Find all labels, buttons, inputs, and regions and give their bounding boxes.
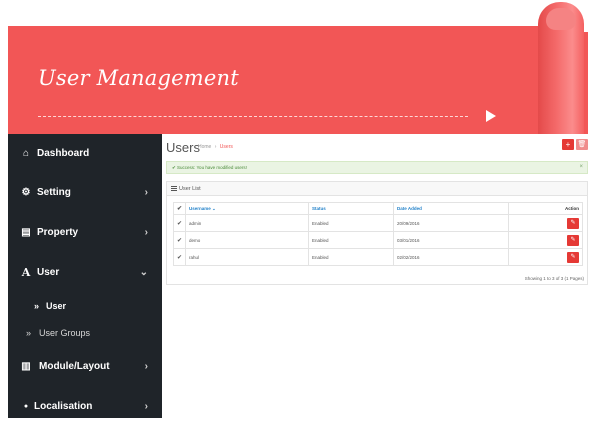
- cell-date: 03/01/2016: [393, 231, 510, 249]
- sidebar: ⌂ Dashboard ⚙ Setting › ▤ Property › A U…: [8, 134, 162, 418]
- cell-status: Enabled: [308, 248, 395, 266]
- check-icon: ✔: [177, 254, 183, 261]
- cell-status: Enabled: [308, 231, 395, 249]
- cell-username: admin: [185, 214, 310, 232]
- font-icon: A: [21, 265, 31, 279]
- chart-icon: ▥: [21, 360, 31, 372]
- sidebar-item-property[interactable]: ▤ Property ›: [8, 220, 162, 244]
- row-checkbox[interactable]: ✔: [172, 231, 187, 249]
- sidebar-item-module-layout[interactable]: ▥ Module/Layout ›: [8, 354, 162, 378]
- column-status[interactable]: Status: [308, 202, 395, 215]
- delete-user-button[interactable]: 🗑: [576, 139, 588, 150]
- sidebar-subitem-label: User: [46, 301, 67, 311]
- alert-message: Success: You have modified users!: [177, 165, 247, 170]
- close-icon[interactable]: ×: [579, 162, 583, 173]
- sidebar-item-localisation[interactable]: ● Localisation ›: [8, 394, 162, 418]
- column-username[interactable]: Username ⌄: [185, 202, 310, 215]
- cell-status: Enabled: [308, 214, 395, 232]
- sidebar-item-user[interactable]: A User ⌄: [8, 260, 162, 284]
- sidebar-item-label: Property: [37, 226, 79, 238]
- chevron-right-icon: ›: [144, 400, 148, 412]
- sidebar-item-label: Module/Layout: [39, 360, 110, 372]
- breadcrumb-separator: ›: [214, 144, 217, 150]
- gears-icon: ⚙: [21, 186, 31, 198]
- sidebar-item-label: Setting: [37, 186, 71, 198]
- file-icon: ▤: [21, 226, 31, 238]
- chevron-down-icon: ⌄: [139, 266, 148, 278]
- cell-date: 02/02/2016: [393, 248, 510, 266]
- table-row: ✔ demo Enabled 03/01/2016 ✎: [172, 231, 583, 249]
- main-content: Users Home › Users + 🗑 ✔ Success: You ha…: [162, 134, 588, 418]
- play-icon: [486, 110, 496, 122]
- column-action: Action: [508, 202, 583, 215]
- check-circle-icon: ✔: [172, 165, 176, 170]
- sidebar-item-dashboard[interactable]: ⌂ Dashboard: [8, 141, 162, 165]
- chevron-right-icon: ›: [144, 360, 148, 372]
- pencil-icon: ✎: [570, 253, 576, 260]
- table-row: ✔ admin Enabled 20/09/2016 ✎: [172, 214, 583, 232]
- user-list-panel: User List ✔ Username ⌄ Status Date Added…: [166, 181, 588, 285]
- home-icon: ⌂: [22, 147, 30, 159]
- table-header-row: ✔ Username ⌄ Status Date Added Action: [172, 202, 583, 215]
- cell-date: 20/09/2016: [393, 214, 510, 232]
- users-table: ✔ Username ⌄ Status Date Added Action ✔ …: [172, 202, 583, 266]
- add-user-button[interactable]: +: [562, 139, 574, 150]
- double-chevron-icon: »: [34, 301, 40, 311]
- page-curl-inner: [546, 8, 576, 30]
- sidebar-subitem-user[interactable]: » User: [8, 296, 162, 316]
- cell-action: ✎: [508, 214, 583, 232]
- double-chevron-icon: »: [26, 328, 32, 338]
- chevron-right-icon: ›: [144, 226, 148, 238]
- sidebar-item-label: User: [37, 266, 60, 278]
- check-icon: ✔: [177, 237, 183, 244]
- success-alert: ✔ Success: You have modified users! ×: [166, 161, 588, 174]
- cell-username: rahul: [185, 248, 310, 266]
- cell-action: ✎: [508, 231, 583, 249]
- select-all-checkbox[interactable]: ✔: [172, 202, 187, 215]
- row-checkbox[interactable]: ✔: [172, 248, 187, 266]
- breadcrumb: Home › Users: [198, 144, 233, 150]
- sidebar-item-setting[interactable]: ⚙ Setting ›: [8, 180, 162, 204]
- banner-title: User Management: [38, 66, 239, 90]
- banner-dashed-line: [38, 116, 468, 117]
- row-checkbox[interactable]: ✔: [172, 214, 187, 232]
- trash-icon: 🗑: [577, 141, 587, 148]
- pencil-icon: ✎: [570, 219, 576, 226]
- breadcrumb-current[interactable]: Users: [220, 144, 233, 150]
- page-title: Users: [166, 140, 200, 155]
- panel-title: User List: [179, 186, 201, 192]
- plus-icon: +: [565, 140, 571, 149]
- cell-username: demo: [185, 231, 310, 249]
- check-icon: ✔: [177, 220, 183, 227]
- edit-button[interactable]: ✎: [567, 217, 579, 229]
- column-date-added[interactable]: Date Added: [393, 202, 510, 215]
- sidebar-subitem-user-groups[interactable]: » User Groups: [8, 323, 162, 343]
- pagination-summary: Showing 1 to 3 of 3 (1 Pages): [524, 276, 584, 281]
- cell-action: ✎: [508, 248, 583, 266]
- chevron-right-icon: ›: [144, 186, 148, 198]
- breadcrumb-home[interactable]: Home: [198, 144, 211, 150]
- panel-heading: User List: [167, 182, 587, 196]
- check-icon: ✔: [177, 206, 183, 212]
- sidebar-item-label: Dashboard: [37, 147, 90, 159]
- edit-button[interactable]: ✎: [567, 251, 579, 263]
- list-icon: [171, 186, 177, 191]
- sidebar-subitem-label: User Groups: [39, 328, 91, 338]
- table-row: ✔ rahul Enabled 02/02/2016 ✎: [172, 248, 583, 266]
- sidebar-item-label: Localisation: [34, 400, 93, 412]
- edit-button[interactable]: ✎: [567, 234, 579, 246]
- pencil-icon: ✎: [570, 236, 576, 243]
- map-marker-icon: ●: [23, 402, 29, 410]
